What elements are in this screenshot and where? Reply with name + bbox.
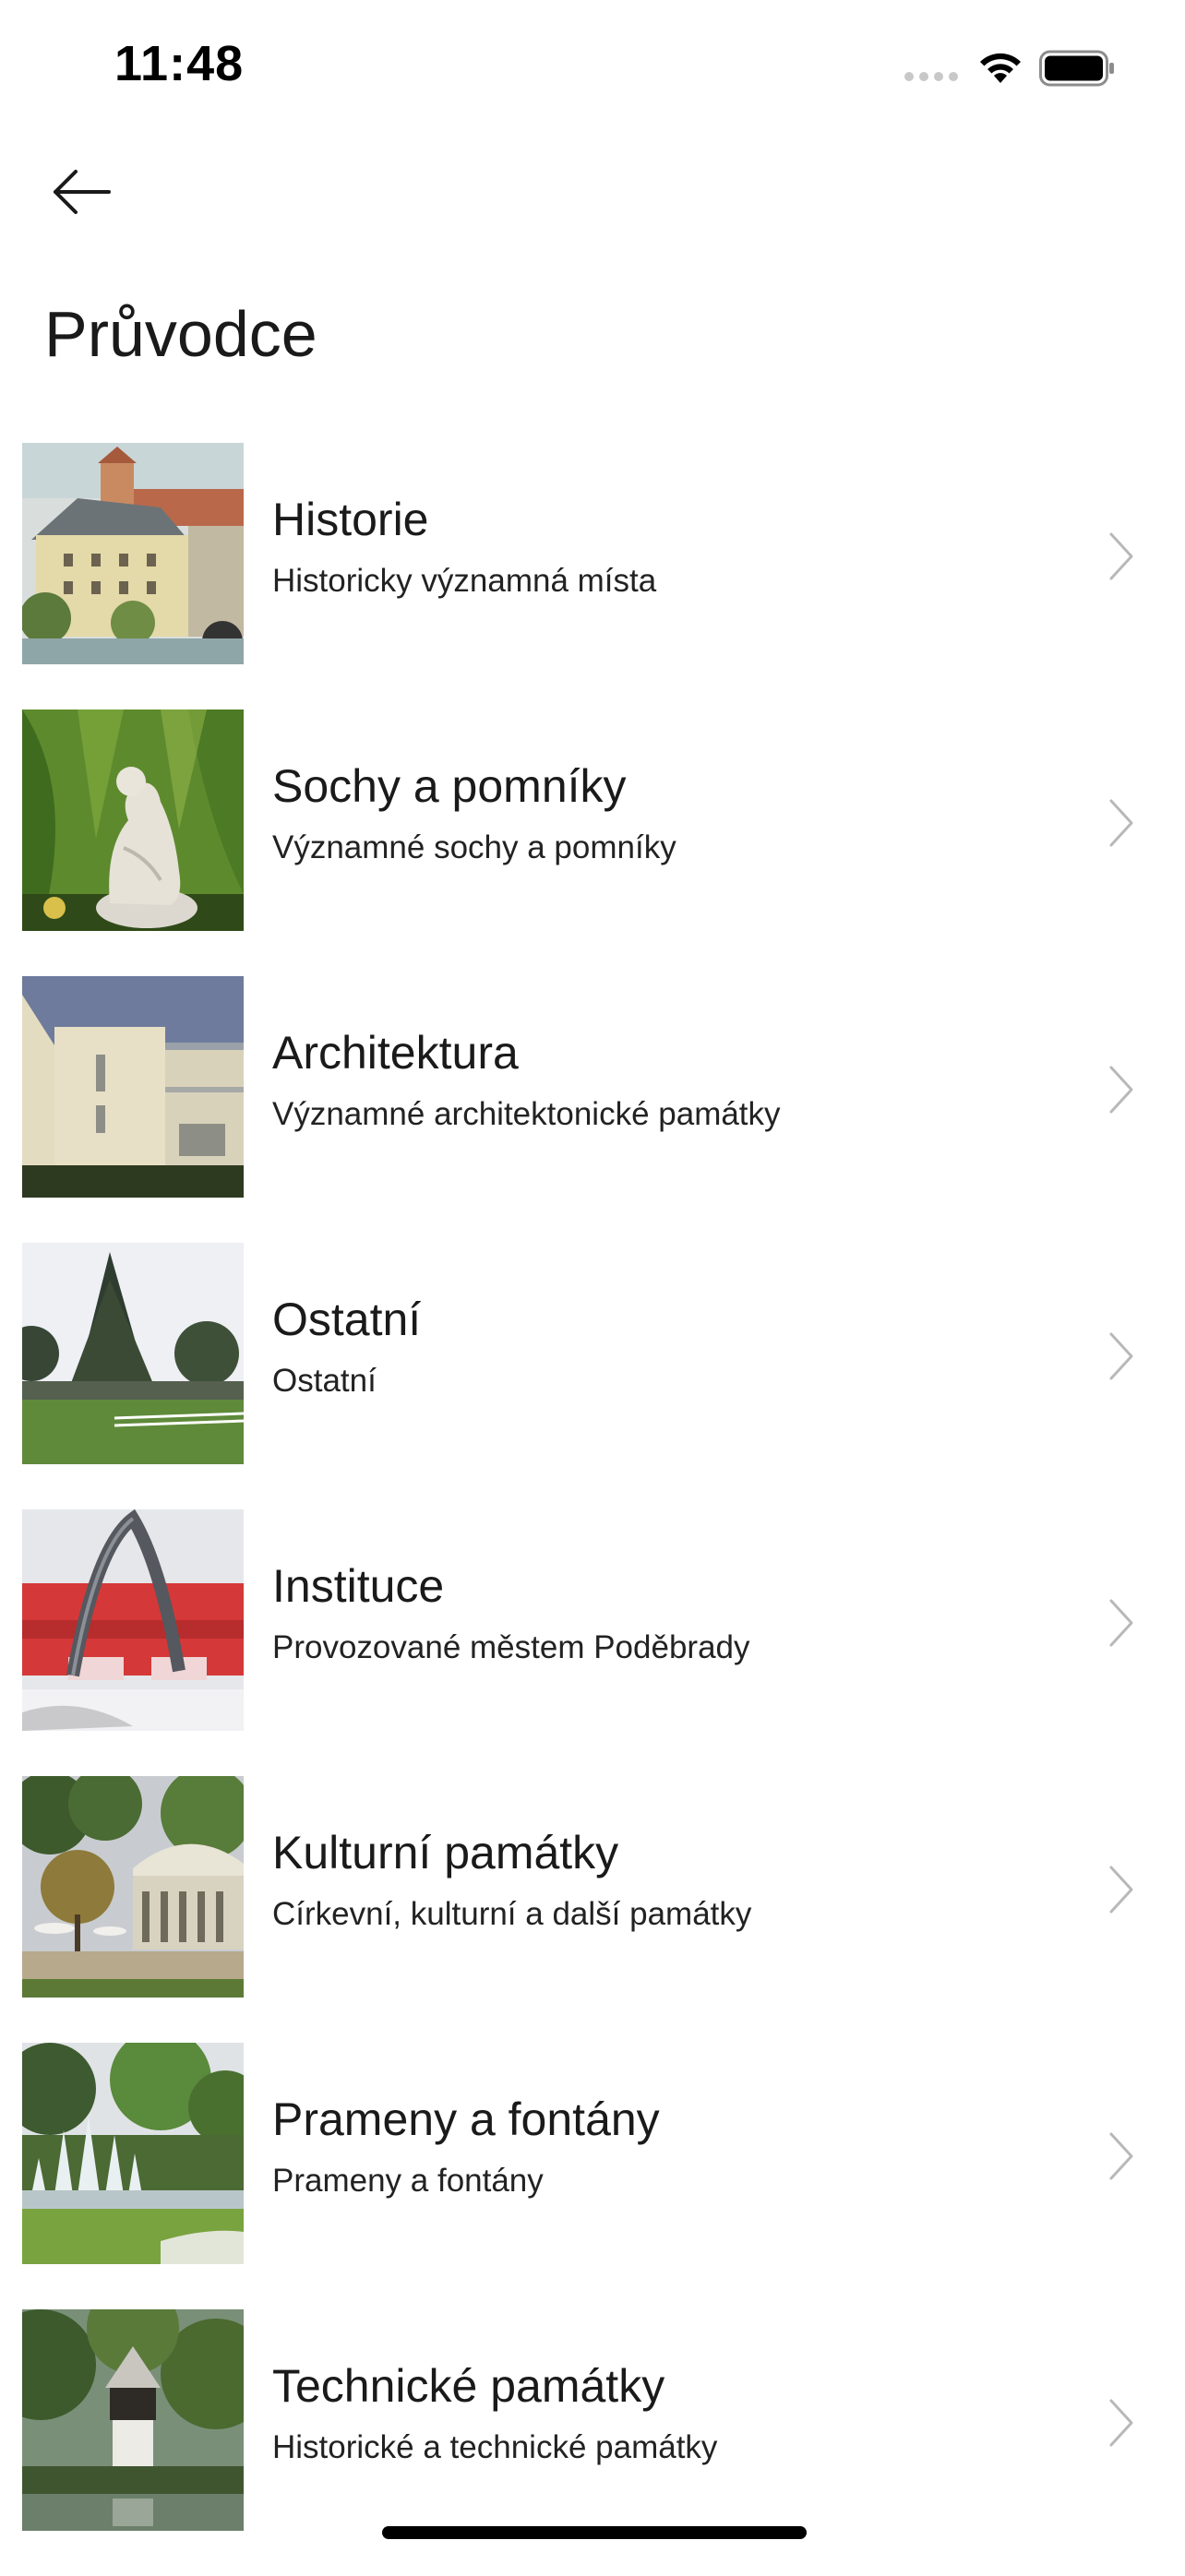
list-item-instituce[interactable]: Instituce Provozované městem Poděbrady bbox=[0, 1509, 1185, 1776]
guide-list: Historie Historicky významná místa Sochy… bbox=[0, 443, 1185, 2576]
item-title: Historie bbox=[272, 494, 429, 545]
item-title: Ostatní bbox=[272, 1294, 422, 1345]
item-title: Technické památky bbox=[272, 2360, 665, 2412]
tower-photo bbox=[22, 2309, 244, 2531]
home-indicator[interactable] bbox=[382, 2526, 807, 2539]
battery-icon bbox=[1039, 50, 1114, 87]
castle-photo bbox=[22, 443, 244, 664]
item-subtitle: Historické a technické památky bbox=[272, 2429, 718, 2465]
list-item-ostatni[interactable]: Ostatní Ostatní bbox=[0, 1243, 1185, 1509]
list-item-sochy[interactable]: Sochy a pomníky Významné sochy a pomníky bbox=[0, 710, 1185, 976]
list-item-prameny[interactable]: Prameny a fontány Prameny a fontány bbox=[0, 2043, 1185, 2309]
status-time: 11:48 bbox=[114, 36, 245, 91]
list-item-historie[interactable]: Historie Historicky významná místa bbox=[0, 443, 1185, 710]
item-subtitle: Významné architektonické památky bbox=[272, 1096, 781, 1132]
item-title: Kulturní památky bbox=[272, 1827, 619, 1878]
colonnade-photo bbox=[22, 1776, 244, 1998]
list-item-architektura[interactable]: Architektura Významné architektonické pa… bbox=[0, 976, 1185, 1243]
item-subtitle: Prameny a fontány bbox=[272, 2163, 544, 2199]
item-title: Sochy a pomníky bbox=[272, 760, 627, 812]
item-subtitle: Ostatní bbox=[272, 1363, 377, 1399]
chevron-right-icon bbox=[1109, 532, 1133, 580]
item-title: Architektura bbox=[272, 1027, 519, 1079]
statue-photo bbox=[22, 710, 244, 931]
list-item-kulturni[interactable]: Kulturní památky Církevní, kulturní a da… bbox=[0, 1776, 1185, 2043]
item-subtitle: Významné sochy a pomníky bbox=[272, 829, 676, 865]
institution-photo bbox=[22, 1509, 244, 1731]
chevron-right-icon bbox=[1109, 1332, 1133, 1380]
wifi-icon bbox=[980, 53, 1021, 83]
chevron-right-icon bbox=[1109, 799, 1133, 847]
back-button[interactable] bbox=[44, 155, 118, 229]
park-photo bbox=[22, 1243, 244, 1464]
item-title: Prameny a fontány bbox=[272, 2093, 660, 2145]
item-subtitle: Církevní, kulturní a další památky bbox=[272, 1896, 752, 1932]
chevron-right-icon bbox=[1109, 1599, 1133, 1647]
arrow-left-icon bbox=[54, 170, 111, 214]
page-title: Průvodce bbox=[44, 298, 317, 370]
chevron-right-icon bbox=[1109, 2399, 1133, 2447]
item-title: Instituce bbox=[272, 1560, 445, 1612]
building-photo bbox=[22, 976, 244, 1198]
item-subtitle: Historicky významná místa bbox=[272, 563, 657, 599]
status-bar: 11:48 bbox=[0, 0, 1185, 129]
chevron-right-icon bbox=[1109, 2132, 1133, 2180]
cellular-signal-icon bbox=[904, 72, 958, 81]
chevron-right-icon bbox=[1109, 1066, 1133, 1114]
item-subtitle: Provozované městem Poděbrady bbox=[272, 1629, 750, 1665]
fountain-photo bbox=[22, 2043, 244, 2264]
chevron-right-icon bbox=[1109, 1866, 1133, 1914]
